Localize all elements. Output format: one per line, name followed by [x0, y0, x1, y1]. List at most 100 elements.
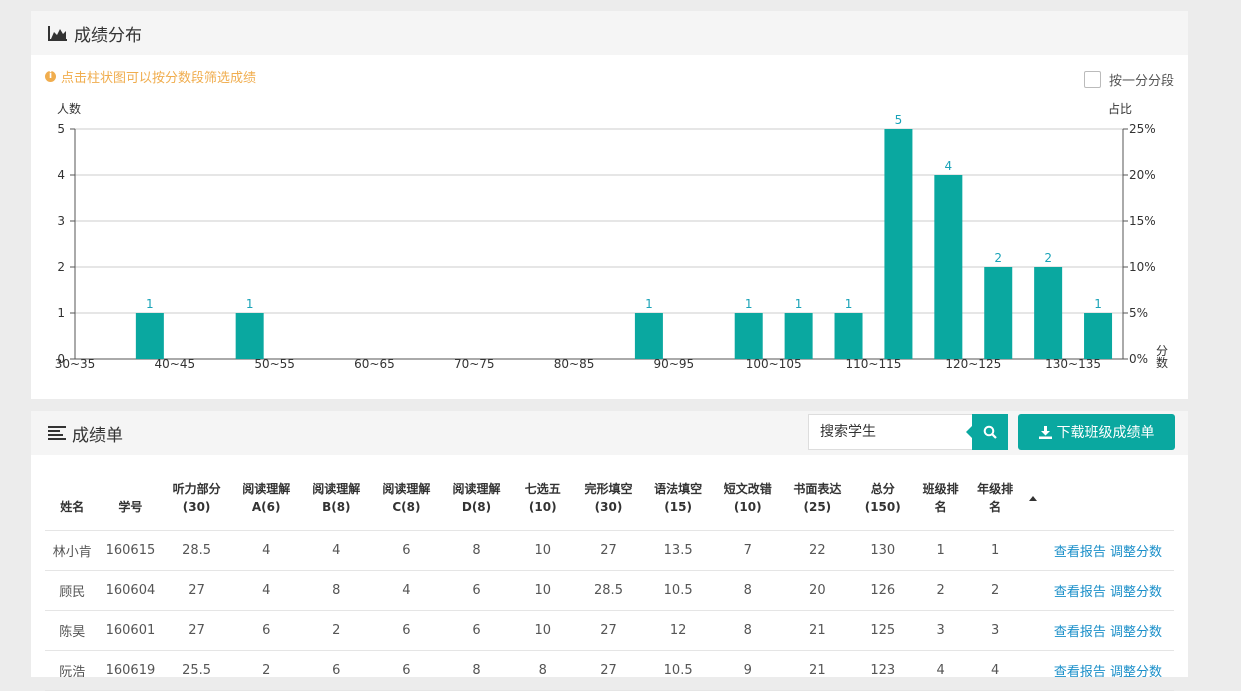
cell-name: 陈昊: [45, 610, 100, 651]
cell-grade-rank: 3: [967, 610, 1023, 651]
cell-reading-a: 2: [231, 650, 301, 691]
bar-110~115: [884, 129, 913, 359]
x-tick-label: 100~105: [746, 357, 802, 371]
cell-listening: 25.5: [161, 650, 232, 691]
col-header-sort[interactable]: [1022, 466, 1174, 531]
col-header-reading-c[interactable]: 阅读理解 C(8): [372, 466, 441, 531]
view-report-link[interactable]: 查看报告: [1054, 545, 1106, 560]
bar-45~50: [235, 313, 264, 359]
cell-reading-d: 6: [440, 610, 513, 651]
x-tick-label: 90~95: [654, 357, 695, 371]
bar-85~90: [634, 313, 663, 359]
col-header-class-rank[interactable]: 班级排名: [913, 466, 968, 531]
bottom-scroll-edge: [0, 677, 1241, 684]
grades-header-row: 姓名 学号 听力部分 (30) 阅读理解 A(6) 阅读理解 B(8) 阅读理解 C(8…: [45, 466, 1174, 531]
student-search: [808, 414, 1008, 450]
cell-writing: 22: [783, 530, 852, 571]
cell-name: 阮浩: [45, 650, 100, 691]
col-header-student-id[interactable]: 学号: [99, 466, 162, 531]
col-header-writing[interactable]: 书面表达 (25): [783, 466, 852, 531]
y-tick-label: 1: [57, 306, 65, 320]
y-tick-label: 3: [57, 214, 65, 228]
cell-seven-choose-five: 10: [512, 570, 574, 611]
adjust-score-link[interactable]: 调整分数: [1110, 625, 1162, 640]
col-header-grammar-fill[interactable]: 语法填空 (15): [643, 466, 713, 531]
bar-125~130: [1034, 267, 1063, 359]
y2-tick-label: 25%: [1129, 122, 1156, 136]
info-circle-icon: i: [45, 71, 56, 82]
bar-130~135: [1084, 313, 1113, 359]
bar-value-label: 1: [795, 297, 803, 311]
grades-table: 姓名 学号 听力部分 (30) 阅读理解 A(6) 阅读理解 B(8) 阅读理解 C(8…: [45, 466, 1174, 691]
cell-grade-rank: 1: [967, 530, 1023, 571]
col-header-listening[interactable]: 听力部分 (30): [161, 466, 232, 531]
y2-tick-label: 15%: [1129, 214, 1156, 228]
search-button[interactable]: [966, 414, 1008, 450]
cell-listening: 27: [161, 570, 232, 611]
score-distribution-chart: 0 0%1 5%2 10%3 15%4 20%5 25%人数 占比分数30~35140~451…: [55, 101, 1168, 371]
col-header-reading-a[interactable]: 阅读理解 A(6): [231, 466, 301, 531]
grades-header: 成绩单 下载班级成绩单: [31, 411, 1188, 455]
cell-name: 林小肯: [45, 530, 100, 571]
col-header-reading-b[interactable]: 阅读理解 B(8): [300, 466, 373, 531]
download-label: 下载班级成绩单: [1056, 425, 1155, 441]
x-tick-label: 110~115: [846, 357, 902, 371]
cell-grade-rank: 2: [967, 570, 1023, 611]
cell-error-correction: 7: [712, 530, 784, 571]
cell-writing: 21: [783, 650, 852, 691]
cell-reading-d: 6: [440, 570, 513, 611]
cell-student-id: 160601: [99, 610, 162, 651]
bar-120~125: [984, 267, 1013, 359]
list-icon: [48, 426, 66, 440]
col-header-grade-rank[interactable]: 年级排名: [967, 466, 1023, 531]
cell-reading-d: 8: [440, 650, 513, 691]
bar-value-label: 1: [146, 297, 154, 311]
cell-error-correction: 9: [712, 650, 784, 691]
cell-student-id: 160619: [99, 650, 162, 691]
search-icon: [983, 425, 997, 439]
col-header-error-correction[interactable]: 短文改错 (10): [712, 466, 784, 531]
y2-axis-title: 占比: [1108, 101, 1132, 116]
cell-total: 123: [851, 650, 914, 691]
col-header-cloze[interactable]: 完形填空 (30): [573, 466, 644, 531]
cell-reading-b: 4: [300, 530, 373, 571]
bar-value-label: 2: [994, 251, 1002, 265]
x-tick-label: 80~85: [554, 357, 595, 371]
cell-reading-c: 4: [372, 570, 441, 611]
cell-reading-c: 6: [372, 610, 441, 651]
cell-reading-d: 8: [440, 530, 513, 571]
distribution-header: 成绩分布: [31, 11, 1188, 55]
col-header-name[interactable]: 姓名: [45, 466, 100, 531]
x-tick-label: 70~75: [454, 357, 495, 371]
bar-value-label: 2: [1044, 251, 1052, 265]
bar-value-label: 1: [845, 297, 853, 311]
sort-ascending-icon[interactable]: [1028, 496, 1037, 501]
view-report-link[interactable]: 查看报告: [1054, 585, 1106, 600]
download-class-grades-button[interactable]: 下载班级成绩单: [1018, 414, 1175, 450]
cell-total: 125: [851, 610, 914, 651]
adjust-score-link[interactable]: 调整分数: [1110, 585, 1162, 600]
score-distribution-panel: 成绩分布 i 点击柱状图可以按分数段筛选成绩 按一分分段 0 0% 1 5% 2 10% 3…: [31, 11, 1188, 399]
download-icon: [1038, 425, 1052, 439]
grades-title: 成绩单: [72, 425, 123, 446]
adjust-score-link[interactable]: 调整分数: [1110, 545, 1162, 560]
bar-value-label: 1: [645, 297, 653, 311]
cell-grammar-fill: 10.5: [643, 650, 713, 691]
cell-grammar-fill: 13.5: [643, 530, 713, 571]
bar-value-label: 5: [895, 113, 903, 127]
bar-95~100: [734, 313, 763, 359]
cell-cloze: 27: [573, 530, 644, 571]
row-actions: 查看报告 调整分数: [1022, 570, 1174, 611]
cell-seven-choose-five: 10: [512, 530, 574, 571]
distribution-title: 成绩分布: [74, 25, 142, 46]
view-report-link[interactable]: 查看报告: [1054, 625, 1106, 640]
x-tick-label: 30~35: [55, 357, 96, 371]
area-chart-icon: [48, 26, 67, 41]
cell-seven-choose-five: 10: [512, 610, 574, 651]
one-point-segment-toggle[interactable]: 按一分分段: [1083, 70, 1174, 89]
cell-class-rank: 1: [913, 530, 968, 571]
one-point-segment-checkbox[interactable]: [1083, 71, 1101, 88]
col-header-total[interactable]: 总分 (150): [851, 466, 914, 531]
col-header-reading-d[interactable]: 阅读理解 D(8): [440, 466, 513, 531]
col-header-seven-choose-five[interactable]: 七选五 (10): [512, 466, 574, 531]
